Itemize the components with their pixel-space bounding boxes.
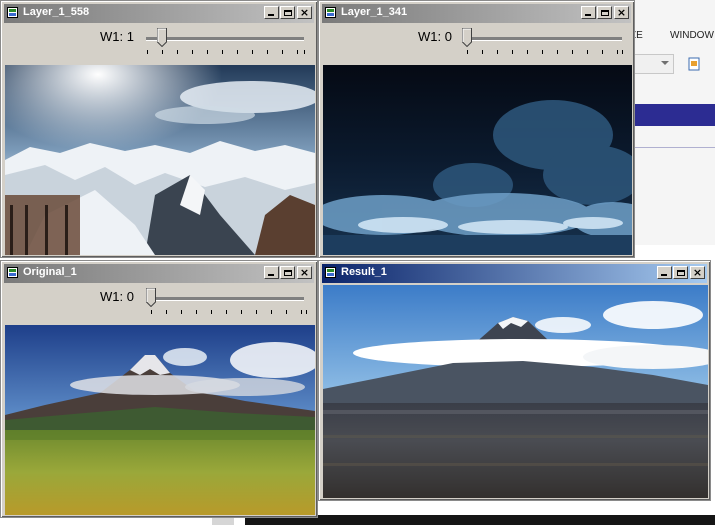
window-icon	[7, 267, 18, 278]
ide-tab-strip	[630, 104, 715, 126]
close-button[interactable]: ×	[690, 266, 705, 279]
image-night-clouds-moon	[323, 65, 632, 255]
minimize-button[interactable]	[657, 266, 672, 279]
window-layer-1-341[interactable]: Layer_1_341 × W1: 0	[318, 0, 635, 258]
maximize-icon	[676, 269, 685, 276]
trackbar-thumb[interactable]	[462, 28, 472, 47]
titlebar[interactable]: Layer_1_558 ×	[4, 4, 314, 23]
window-icon	[325, 7, 336, 18]
background-ide-window: ZE WINDOW	[630, 0, 715, 245]
minimize-button[interactable]	[264, 6, 279, 19]
trackbar-ticks	[151, 310, 307, 315]
maximize-button[interactable]	[280, 266, 295, 279]
close-icon: ×	[616, 6, 627, 19]
close-icon: ×	[299, 6, 310, 19]
trackbar-thumb[interactable]	[146, 288, 156, 307]
close-icon: ×	[299, 266, 310, 279]
ide-config-combo[interactable]	[630, 54, 674, 74]
trackbar-label: W1: 0	[100, 289, 134, 304]
titlebar[interactable]: Layer_1_341 ×	[322, 4, 631, 23]
window-title: Layer_1_558	[23, 6, 90, 18]
close-button[interactable]: ×	[297, 266, 312, 279]
minimize-icon	[585, 14, 591, 16]
window-icon	[7, 7, 18, 18]
trackbar[interactable]: W1: 1	[4, 23, 314, 62]
maximize-icon	[600, 9, 609, 16]
minimize-icon	[661, 274, 667, 276]
maximize-button[interactable]	[597, 6, 612, 19]
image-volcano-result	[323, 285, 708, 498]
window-result-1[interactable]: Result_1 ×	[318, 260, 711, 501]
chevron-down-icon	[661, 61, 669, 65]
window-title: Layer_1_341	[341, 6, 408, 18]
image-snowy-mountains	[5, 65, 315, 255]
window-title: Original_1	[23, 266, 77, 278]
minimize-button[interactable]	[264, 266, 279, 279]
minimize-icon	[268, 274, 274, 276]
trackbar-track[interactable]	[462, 37, 622, 41]
trackbar-thumb[interactable]	[157, 28, 167, 47]
titlebar[interactable]: Result_1 ×	[322, 264, 707, 283]
window-icon	[325, 267, 336, 278]
trackbar-ticks	[147, 50, 305, 55]
maximize-button[interactable]	[280, 6, 295, 19]
ide-divider	[630, 147, 715, 148]
ide-toolbar-icon[interactable]	[688, 57, 700, 71]
trackbar[interactable]: W1: 0	[322, 23, 631, 62]
maximize-icon	[283, 269, 292, 276]
trackbar-ticks	[467, 50, 625, 55]
ide-menu-item-window[interactable]: WINDOW	[670, 30, 714, 41]
close-icon: ×	[692, 266, 703, 279]
trackbar[interactable]: W1: 0	[4, 283, 314, 322]
image-volcano-original	[5, 325, 315, 515]
trackbar-track[interactable]	[146, 297, 304, 301]
maximize-icon	[283, 9, 292, 16]
window-original-1[interactable]: Original_1 × W1: 0	[0, 260, 318, 518]
close-button[interactable]: ×	[297, 6, 312, 19]
close-button[interactable]: ×	[614, 6, 629, 19]
minimize-button[interactable]	[581, 6, 596, 19]
trackbar-label: W1: 1	[100, 29, 134, 44]
minimize-icon	[268, 14, 274, 16]
window-layer-1-558[interactable]: Layer_1_558 × W1: 1	[0, 0, 318, 258]
window-title: Result_1	[341, 266, 387, 278]
taskbar-tab[interactable]	[212, 517, 234, 525]
titlebar[interactable]: Original_1 ×	[4, 264, 314, 283]
maximize-button[interactable]	[673, 266, 688, 279]
trackbar-track[interactable]	[146, 37, 304, 41]
trackbar-label: W1: 0	[418, 29, 452, 44]
